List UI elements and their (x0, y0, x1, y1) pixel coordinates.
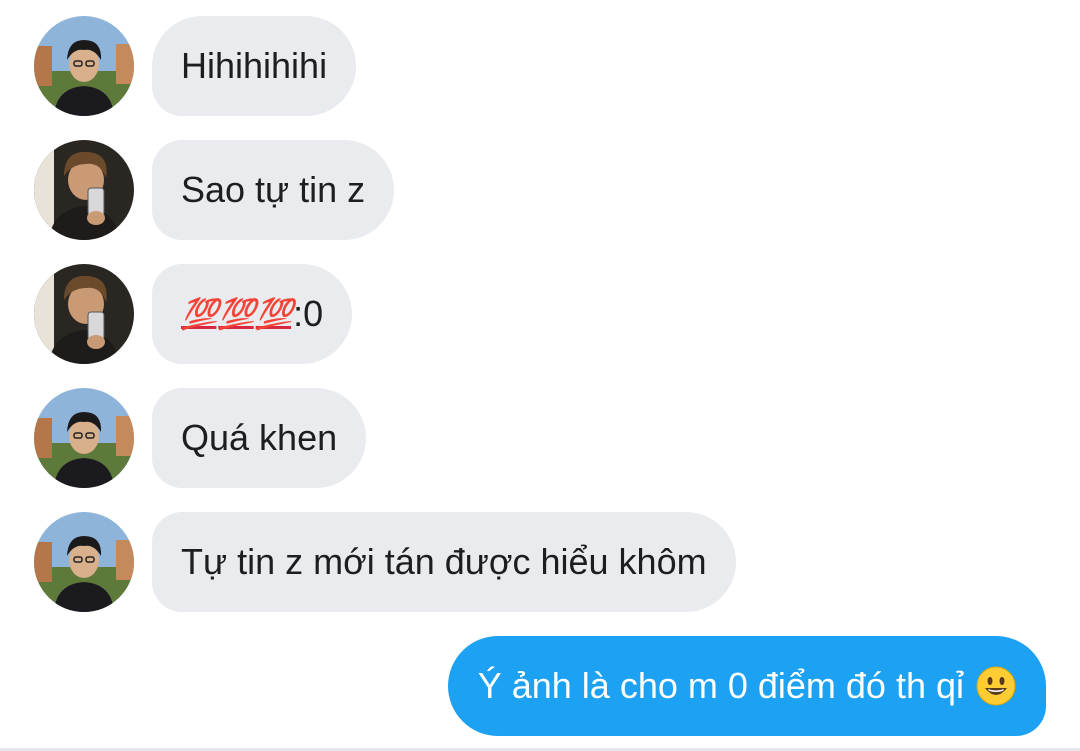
message-row: Hihihihihi (0, 16, 1080, 116)
avatar-glasses-man-image (34, 512, 134, 612)
avatar[interactable] (34, 388, 134, 488)
hundred-points-icon: 💯 (255, 297, 293, 331)
message-row: Tự tin z mới tán được hiểu khôm (0, 512, 1080, 612)
avatar-mirror-selfie-image (34, 140, 134, 240)
avatar-mirror-selfie-image (34, 264, 134, 364)
hundred-points-icon: 💯 (181, 297, 218, 331)
avatar-glasses-man-image (34, 16, 134, 116)
avatar-glasses-man-image (34, 388, 134, 488)
message-bubble-incoming[interactable]: Hihihihihi (152, 16, 357, 116)
message-bubble-incoming[interactable]: 💯 💯 💯 :0 (152, 264, 353, 364)
avatar[interactable] (34, 16, 134, 116)
chat-thread: Hihihihihi Sao tự tin z 💯 💯 💯:0 Quá khe… (0, 0, 1080, 751)
message-row: 💯 💯 💯 :0 (0, 264, 1080, 364)
message-row: Sao tự tin z (0, 140, 1080, 240)
message-text: Hihihihihi (181, 45, 328, 86)
avatar[interactable] (34, 512, 134, 612)
message-text: Tự tin z mới tán được hiểu khôm (181, 541, 707, 582)
hundred-points-icon: 💯 (218, 297, 255, 331)
message-row: Ý ảnh là cho m 0 điểm đó th qỉ (0, 636, 1080, 736)
avatar[interactable] (34, 264, 134, 364)
message-bubble-incoming[interactable]: Quá khen (152, 388, 367, 488)
message-text: Ý ảnh là cho m 0 điểm đó th qỉ (477, 665, 964, 706)
grinning-face-icon (976, 666, 1016, 706)
message-text: Sao tự tin z (181, 169, 366, 210)
message-bubble-incoming[interactable]: Sao tự tin z (152, 140, 395, 240)
message-bubble-outgoing[interactable]: Ý ảnh là cho m 0 điểm đó th qỉ (447, 636, 1046, 736)
message-text: :0 (293, 293, 324, 334)
message-text: Quá khen (181, 417, 338, 458)
message-bubble-incoming[interactable]: Tự tin z mới tán được hiểu khôm (152, 512, 736, 612)
avatar[interactable] (34, 140, 134, 240)
message-row: Quá khen (0, 388, 1080, 488)
